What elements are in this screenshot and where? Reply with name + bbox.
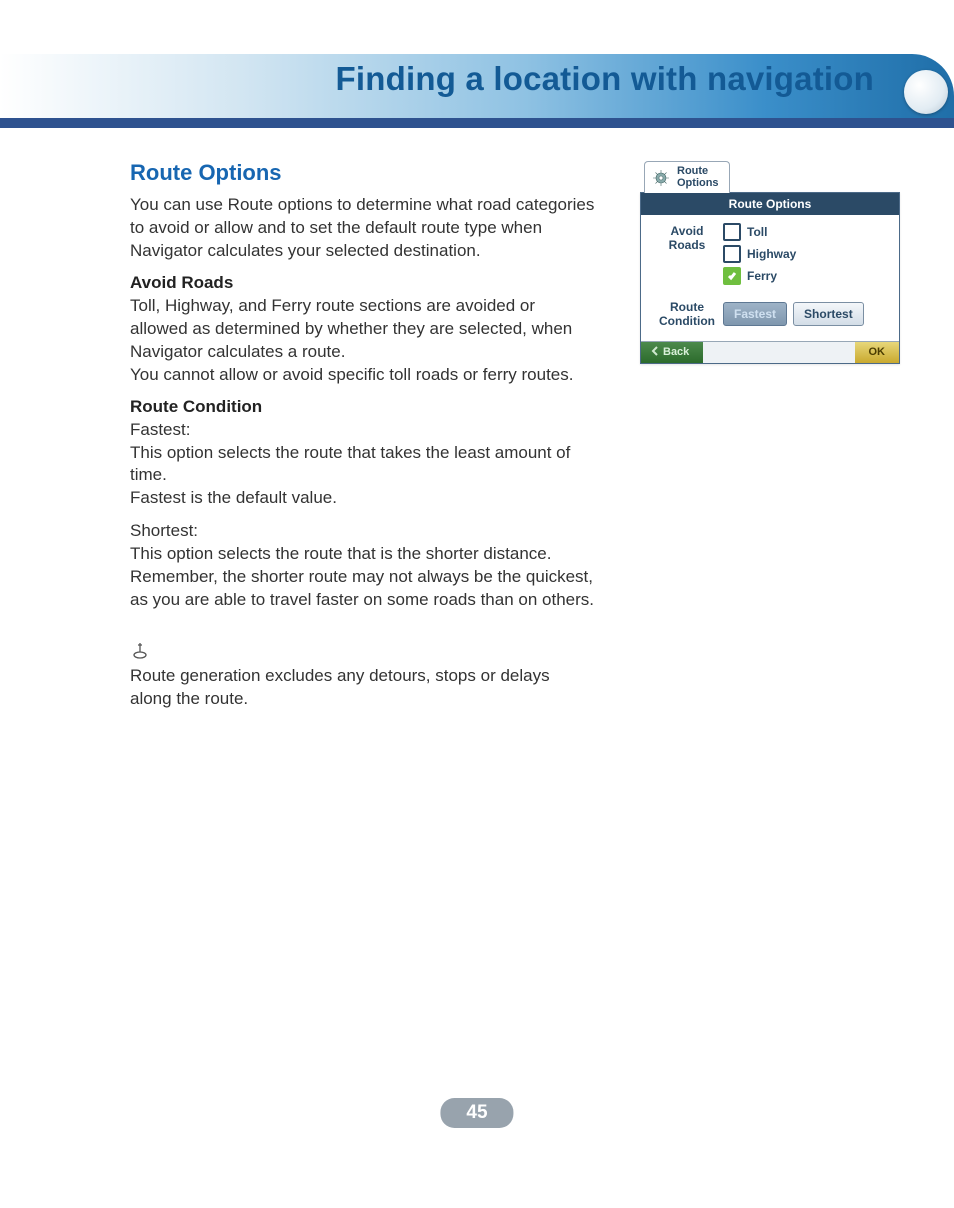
- checkbox-unchecked-icon: [723, 245, 741, 263]
- fastest-paragraph-1: This option selects the route that takes…: [130, 442, 595, 488]
- header-rule: [0, 118, 954, 128]
- tab-line1: Route: [677, 165, 708, 177]
- fastest-paragraph-2: Fastest is the default value.: [130, 487, 595, 510]
- page-header: Finding a location with navigation: [0, 0, 954, 130]
- header-ornament: [904, 70, 948, 114]
- body-text-column: Route Options You can use Route options …: [130, 160, 595, 721]
- screenshot-column: Route Options Route Options Avoid Roads …: [640, 160, 900, 364]
- chapter-title: Finding a location with navigation: [336, 60, 874, 98]
- ferry-checkbox-row[interactable]: Ferry: [723, 267, 889, 285]
- shortest-label: Shortest:: [130, 520, 595, 543]
- section-heading: Route Options: [130, 160, 595, 186]
- back-button[interactable]: Back: [641, 342, 703, 363]
- gear-icon: [651, 168, 671, 188]
- screenshot-tab-label: Route Options: [677, 166, 719, 189]
- checkbox-unchecked-icon: [723, 223, 741, 241]
- page-number: 45: [440, 1098, 513, 1128]
- chevron-left-icon: [651, 346, 659, 359]
- avoid-roads-heading: Avoid Roads: [130, 273, 595, 293]
- footer-spacer: [703, 342, 854, 363]
- note-icon: [130, 640, 150, 660]
- fastest-button[interactable]: Fastest: [723, 302, 787, 326]
- checkbox-checked-icon: [723, 267, 741, 285]
- ferry-label: Ferry: [747, 269, 777, 283]
- route-condition-heading: Route Condition: [130, 397, 595, 417]
- intro-paragraph: You can use Route options to determine w…: [130, 194, 595, 263]
- avoid-roads-paragraph-2: You cannot allow or avoid specific toll …: [130, 364, 595, 387]
- avoid-roads-paragraph-1: Toll, Highway, and Ferry route sections …: [130, 295, 595, 364]
- avoid-roads-label: Avoid Roads: [651, 223, 723, 253]
- fastest-label: Fastest:: [130, 419, 595, 442]
- shortest-button[interactable]: Shortest: [793, 302, 864, 326]
- screenshot-titlebar: Route Options: [641, 193, 899, 215]
- toll-checkbox-row[interactable]: Toll: [723, 223, 889, 241]
- route-options-screenshot: Route Options Avoid Roads Toll Highway: [640, 192, 900, 364]
- screenshot-tab: Route Options: [644, 161, 730, 193]
- highway-checkbox-row[interactable]: Highway: [723, 245, 889, 263]
- toll-label: Toll: [747, 225, 767, 239]
- shortest-paragraph: This option selects the route that is th…: [130, 543, 595, 612]
- back-label: Back: [663, 346, 689, 358]
- ok-button[interactable]: OK: [855, 342, 900, 363]
- tab-line2: Options: [677, 177, 719, 189]
- route-condition-label: Route Condition: [651, 299, 723, 329]
- highway-label: Highway: [747, 247, 796, 261]
- note-paragraph: Route generation excludes any detours, s…: [130, 665, 595, 711]
